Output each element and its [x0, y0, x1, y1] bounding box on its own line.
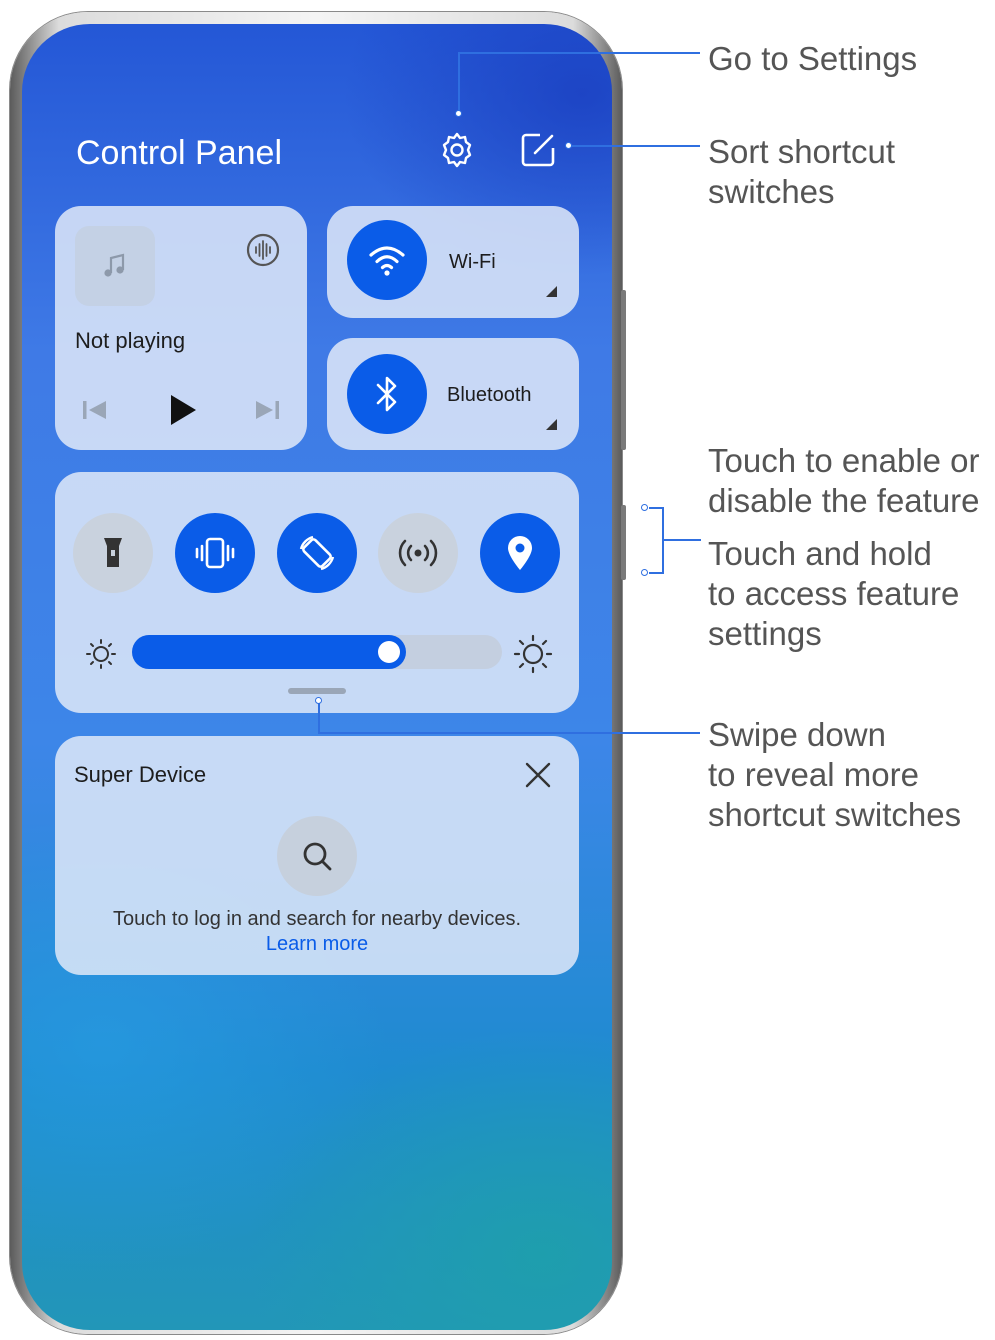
wifi-label: Wi-Fi — [449, 251, 496, 273]
gear-icon[interactable] — [437, 130, 477, 170]
bluetooth-tile[interactable]: Bluetooth — [327, 338, 579, 450]
control-panel-screen: Control Panel Not playing Wi-Fi Bluetoot… — [22, 24, 612, 1330]
learn-more-link[interactable]: Learn more — [55, 933, 579, 956]
callout-line — [458, 52, 700, 54]
brightness-thumb[interactable] — [378, 641, 400, 663]
volume-button — [621, 290, 626, 450]
bluetooth-icon[interactable] — [347, 354, 427, 434]
search-icon[interactable] — [277, 816, 357, 896]
hotspot-icon[interactable] — [378, 513, 458, 593]
edit-square-icon[interactable] — [518, 130, 558, 170]
callout-dot — [565, 142, 572, 149]
play-icon[interactable] — [167, 392, 199, 433]
callout-dot — [315, 697, 322, 704]
callout-dot — [641, 569, 648, 576]
brightness-low-icon — [85, 638, 117, 675]
vibration-icon[interactable] — [175, 513, 255, 593]
power-button — [621, 505, 626, 580]
brightness-slider[interactable] — [132, 635, 502, 669]
bluetooth-label: Bluetooth — [447, 384, 532, 406]
auto-rotate-icon[interactable] — [277, 513, 357, 593]
callout-dot — [455, 110, 462, 117]
callout-line — [570, 145, 700, 147]
callout-line — [318, 700, 320, 733]
drag-handle[interactable] — [288, 688, 346, 694]
audio-wave-icon[interactable] — [245, 232, 281, 273]
close-icon[interactable] — [523, 760, 553, 795]
next-icon[interactable] — [253, 398, 281, 427]
annotation-touch-enable: Touch to enable or disable the feature — [708, 442, 980, 519]
brightness-fill — [132, 635, 406, 669]
media-card[interactable]: Not playing — [55, 206, 307, 450]
callout-line — [663, 539, 701, 541]
flashlight-icon[interactable] — [73, 513, 153, 593]
super-device-title: Super Device — [74, 762, 207, 787]
annotation-go-to-settings: Go to Settings — [708, 40, 918, 77]
super-device-card: Super Device Touch to log in and search … — [55, 736, 579, 975]
wifi-icon[interactable] — [347, 220, 427, 300]
callout-dot — [641, 504, 648, 511]
wifi-tile[interactable]: Wi-Fi — [327, 206, 579, 318]
super-device-description: Touch to log in and search for nearby de… — [112, 908, 522, 930]
annotation-swipe-down: Swipe down to reveal more shortcut switche… — [708, 716, 962, 833]
location-icon[interactable] — [480, 513, 560, 593]
annotation-touch-hold: Touch and hold to access feature settings — [708, 535, 960, 652]
media-status: Not playing — [75, 328, 186, 353]
music-note-icon — [75, 226, 155, 306]
callout-line — [318, 732, 700, 734]
expand-corner-icon[interactable] — [546, 286, 557, 297]
shortcut-switches-card — [55, 472, 579, 713]
expand-corner-icon[interactable] — [546, 419, 557, 430]
previous-icon[interactable] — [81, 398, 109, 427]
annotation-sort-shortcut: Sort shortcut switches — [708, 133, 896, 210]
callout-line — [649, 572, 663, 574]
brightness-high-icon — [513, 634, 553, 679]
callout-line — [649, 507, 663, 509]
page-title: Control Panel — [76, 134, 283, 172]
callout-line — [458, 52, 460, 112]
